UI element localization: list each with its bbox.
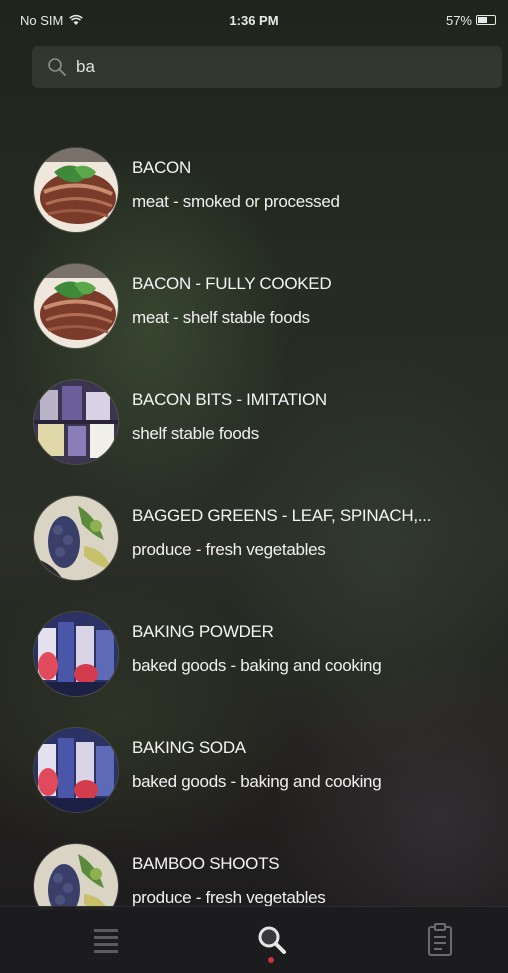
search-input[interactable] [76,57,456,77]
item-subtitle: produce - fresh vegetables [132,540,326,559]
list-item[interactable]: BAKING SODA baked goods - baking and cook… [0,714,508,830]
item-thumbnail [34,264,118,348]
status-right: 57% [446,13,496,28]
item-title: BAGGED GREENS - LEAF, SPINACH,... [132,506,432,525]
carrier-label: No SIM [20,12,64,28]
item-title: BAKING POWDER [132,622,274,641]
status-left: No SIM [20,12,84,28]
item-title: BACON - FULLY COOKED [132,274,332,293]
item-subtitle: meat - shelf stable foods [132,308,310,327]
battery-icon [476,15,496,25]
results-list[interactable]: BACON meat - smoked or processed BACON - F… [0,130,508,910]
tab-bar [0,906,508,973]
item-subtitle: baked goods - baking and cooking [132,772,382,791]
item-thumbnail [34,148,118,232]
item-subtitle: shelf stable foods [132,424,259,443]
item-thumbnail [34,844,118,910]
item-subtitle: meat - smoked or processed [132,192,340,211]
item-title: BACON BITS - IMITATION [132,390,327,409]
item-thumbnail [34,612,118,696]
battery-percent: 57% [445,12,472,28]
tab-list[interactable] [66,907,146,973]
active-tab-indicator [268,957,274,963]
item-title: BAMBOO SHOOTS [132,854,280,873]
list-icon [94,929,118,953]
app-screen: No SIM 1:36 PM 57% BACON meat - smoked or… [0,0,508,973]
list-item[interactable]: BACON BITS - IMITATION shelf stable foods [0,366,508,482]
item-title: BACON [132,158,191,177]
wifi-icon [69,14,84,25]
clipboard-icon [428,923,452,956]
item-title: BAKING SODA [132,738,246,757]
search-icon [48,58,66,76]
search-bar[interactable] [32,46,502,88]
list-item[interactable]: BACON - FULLY COOKED meat - shelf stable … [0,250,508,366]
status-time: 1:36 PM [229,12,279,28]
item-thumbnail [34,728,118,812]
list-item[interactable]: BAMBOO SHOOTS produce - fresh vegetables [0,830,508,910]
search-tab-icon [258,926,286,954]
list-item[interactable]: BAKING POWDER baked goods - baking and co… [0,598,508,714]
list-item[interactable]: BAGGED GREENS - LEAF, SPINACH,... produce… [0,482,508,598]
list-item[interactable]: BACON meat - smoked or processed [0,134,508,250]
item-thumbnail [34,380,118,464]
item-thumbnail [34,496,118,580]
battery-fill [478,17,488,23]
tab-clipboard[interactable] [400,907,480,973]
status-bar: No SIM 1:36 PM 57% [0,0,508,40]
item-subtitle: produce - fresh vegetables [132,888,326,907]
tab-search[interactable] [232,907,312,973]
item-subtitle: baked goods - baking and cooking [132,656,382,675]
